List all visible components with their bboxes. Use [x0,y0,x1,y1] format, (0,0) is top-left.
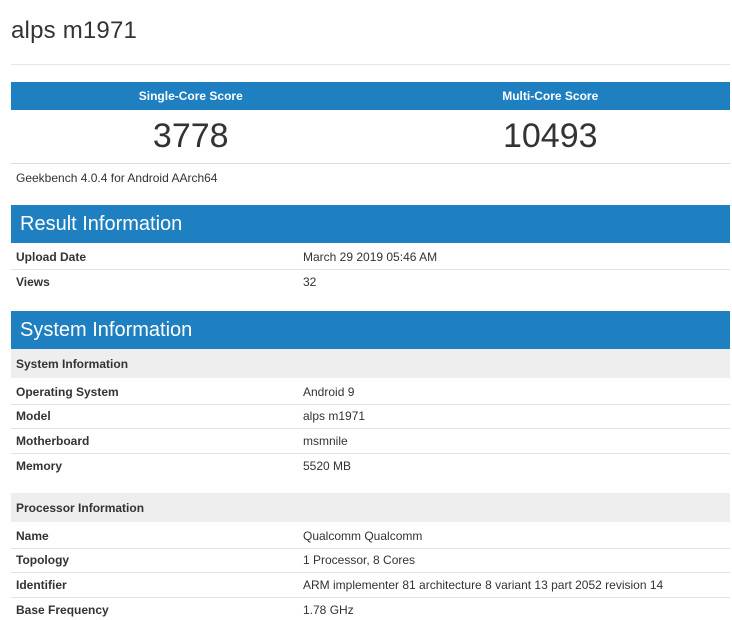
row-value: March 29 2019 05:46 AM [303,249,438,264]
row-label: Motherboard [16,433,90,448]
score-table: Single-Core Score Multi-Core Score 3778 … [11,82,730,185]
score-header-row: Single-Core Score Multi-Core Score [11,82,730,110]
row-label: Base Frequency [16,602,109,617]
table-row: Upload Date March 29 2019 05:46 AM [11,245,730,270]
table-row: Operating System Android 9 [11,380,730,405]
table-row: Base Frequency 1.78 GHz [11,598,730,620]
row-label: Memory [16,458,63,473]
row-value: 1 Processor, 8 Cores [303,553,416,568]
single-core-score: 3778 [152,117,229,155]
row-label: Name [16,528,49,543]
row-label: Model [16,409,51,424]
table-row: Model alps m1971 [11,405,730,429]
row-label: Identifier [16,577,67,592]
result-information-table: Upload Date March 29 2019 05:46 AM Views… [11,245,730,294]
row-value: Android 9 [303,384,355,399]
row-label: Upload Date [16,249,87,264]
single-core-label: Single-Core Score [138,89,243,103]
processor-information-table: Name Qualcomm Qualcomm Topology 1 Proces… [11,524,730,620]
multi-core-label: Multi-Core Score [502,89,599,103]
result-information-header: Result Information [11,205,730,243]
processor-information-subheader: Processor Information [11,493,730,522]
table-row: Views 32 [11,270,730,295]
row-label: Views [16,274,50,289]
title-divider [11,64,730,65]
page-title: alps m1971 [11,17,138,44]
row-value: msmnile [303,433,348,448]
table-row: Memory 5520 MB [11,454,730,479]
row-value: 5520 MB [303,458,352,473]
row-value: 1.78 GHz [303,602,354,617]
geekbench-version: Geekbench 4.0.4 for Android AArch64 [16,171,218,185]
row-value: ARM implementer 81 architecture 8 varian… [303,577,664,592]
system-information-table: Operating System Android 9 Model alps m1… [11,380,730,478]
system-information-subheader: System Information [11,349,730,378]
multi-core-score: 10493 [502,117,598,155]
row-value: 32 [303,274,317,289]
row-label: Topology [16,553,70,568]
system-information-header: System Information [11,311,730,349]
row-value: Qualcomm Qualcomm [303,528,423,543]
score-values-row: 3778 10493 [11,110,730,164]
table-row: Identifier ARM implementer 81 architectu… [11,573,730,598]
table-row: Topology 1 Processor, 8 Cores [11,549,730,573]
table-row: Name Qualcomm Qualcomm [11,524,730,549]
table-row: Motherboard msmnile [11,429,730,454]
row-value: alps m1971 [303,409,366,424]
row-label: Operating System [16,384,119,399]
